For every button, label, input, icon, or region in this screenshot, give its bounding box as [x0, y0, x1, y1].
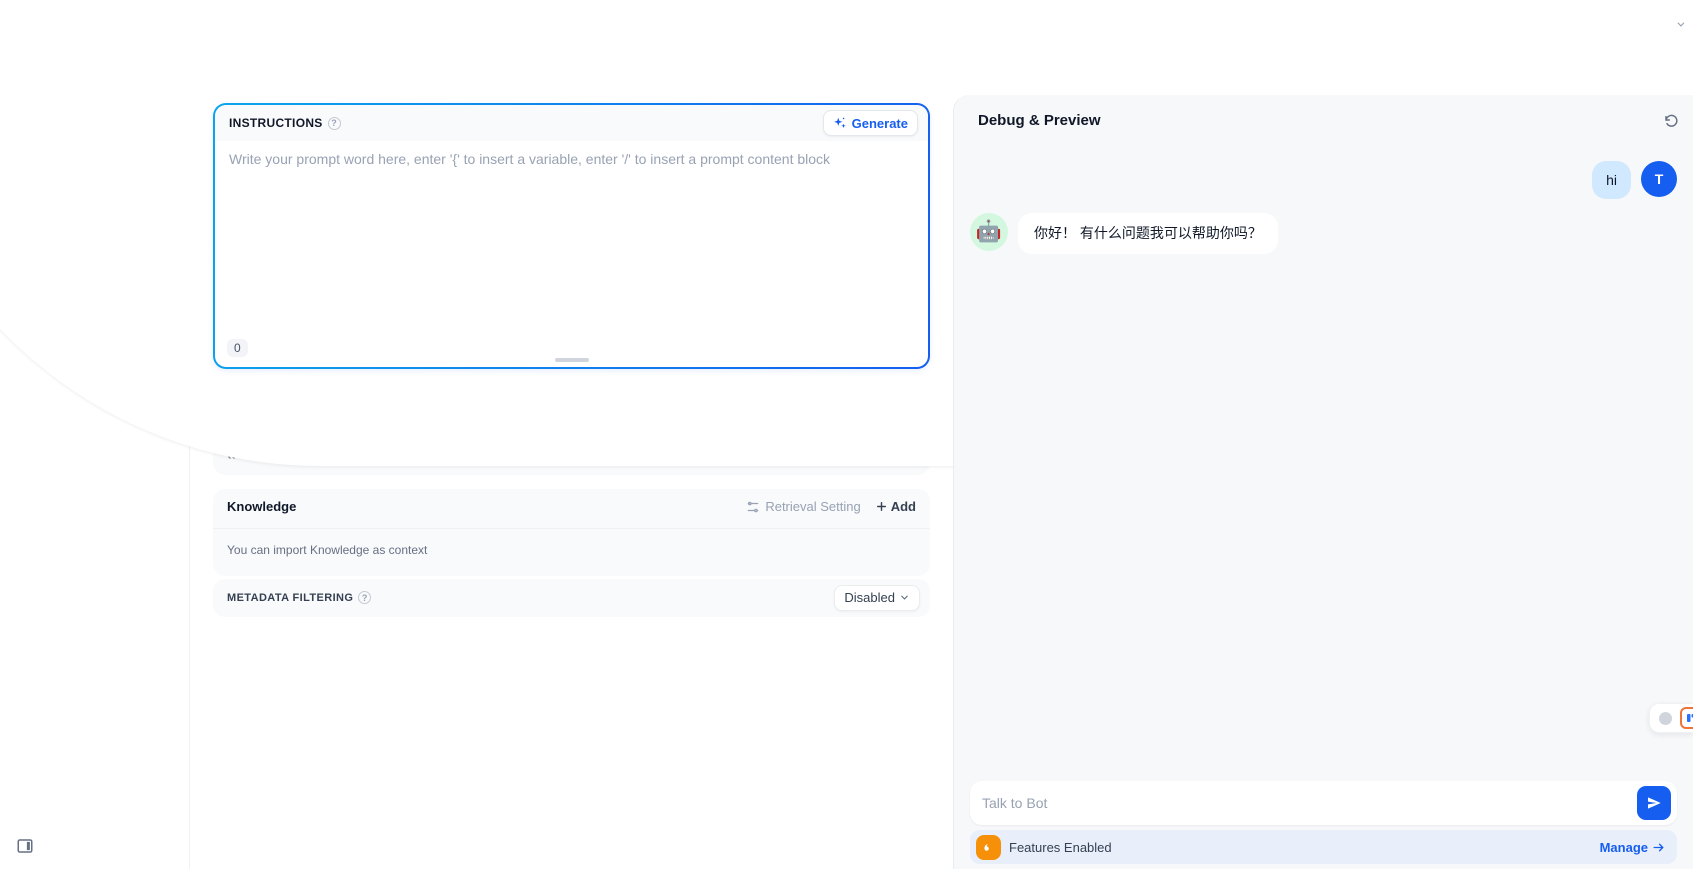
send-button[interactable]: [1637, 786, 1671, 820]
features-bar: Features Enabled Manage: [970, 830, 1677, 864]
metadata-title: METADATA FILTERING ?: [227, 591, 371, 604]
top-bar: / T test's Workspace Explore Studio / vl…: [0, 0, 1693, 48]
add-knowledge-button[interactable]: Add: [875, 499, 916, 514]
knowledge-title: Knowledge: [227, 499, 296, 514]
sparkles-icon: [833, 116, 847, 130]
knowledge-description: You can import Knowledge as context: [213, 529, 930, 576]
composer: Features Enabled Manage: [954, 781, 1693, 869]
app-root: / T test's Workspace Explore Studio / vl…: [0, 0, 1693, 869]
chat-input-row: [970, 781, 1677, 825]
knowledge-section: Knowledge Retrieval Setting Add You: [213, 489, 930, 576]
studio-chevron-down-icon[interactable]: [1675, 19, 1686, 30]
chat-message-bot: 🤖 你好！ 有什么问题我可以帮助你吗？: [970, 213, 1677, 253]
chat-message-user: hi T: [970, 161, 1677, 199]
metadata-filtering-dropdown[interactable]: Disabled: [834, 585, 920, 611]
instructions-input[interactable]: [229, 151, 914, 301]
chat-input[interactable]: [982, 795, 1637, 811]
resize-handle[interactable]: [555, 358, 589, 362]
user-chat-avatar: T: [1641, 161, 1677, 197]
widget-dot-icon: [1659, 712, 1672, 725]
debug-preview-pane: Debug & Preview hi T 🤖 你好！ 有什么问题我可以帮助你吗？: [953, 95, 1693, 869]
send-icon: [1646, 795, 1662, 811]
user-message-bubble: hi: [1592, 161, 1631, 199]
floating-widget[interactable]: [1649, 703, 1693, 733]
widget-logo-icon: [1680, 707, 1693, 729]
plus-icon: [875, 500, 888, 513]
metadata-value: Disabled: [844, 590, 895, 605]
features-label: Features Enabled: [1009, 840, 1112, 855]
chat-area: hi T 🤖 你好！ 有什么问题我可以帮助你吗？: [954, 135, 1693, 781]
bot-chat-avatar: 🤖: [970, 213, 1008, 251]
metadata-filtering-section: METADATA FILTERING ? Disabled: [213, 579, 930, 617]
char-count-badge: 0: [227, 339, 248, 357]
orchestrate-pane: INSTRUCTIONS ? Generate 0: [190, 95, 953, 869]
generate-button[interactable]: Generate: [823, 110, 918, 136]
features-icon: [976, 835, 1001, 860]
help-icon: ?: [328, 117, 341, 130]
retrieval-setting-button[interactable]: Retrieval Setting: [746, 499, 860, 514]
instructions-panel: INSTRUCTIONS ? Generate 0: [213, 103, 930, 369]
help-icon: ?: [358, 591, 371, 604]
retrieval-sliders-icon: [746, 500, 760, 514]
restart-conversation-icon[interactable]: [1663, 113, 1679, 129]
main-nav: Explore Studio / vllm-chat Knowledge: [0, 0, 1693, 48]
collapse-sidebar-icon[interactable]: [14, 835, 36, 857]
manage-link[interactable]: Manage: [1600, 840, 1665, 855]
debug-title: Debug & Preview: [978, 112, 1101, 129]
generate-label: Generate: [852, 116, 908, 131]
instructions-title: INSTRUCTIONS ?: [229, 116, 341, 130]
arrow-right-icon: [1652, 841, 1665, 854]
chevron-down-icon: [899, 592, 910, 603]
bot-message-bubble: 你好！ 有什么问题我可以帮助你吗？: [1018, 213, 1278, 253]
